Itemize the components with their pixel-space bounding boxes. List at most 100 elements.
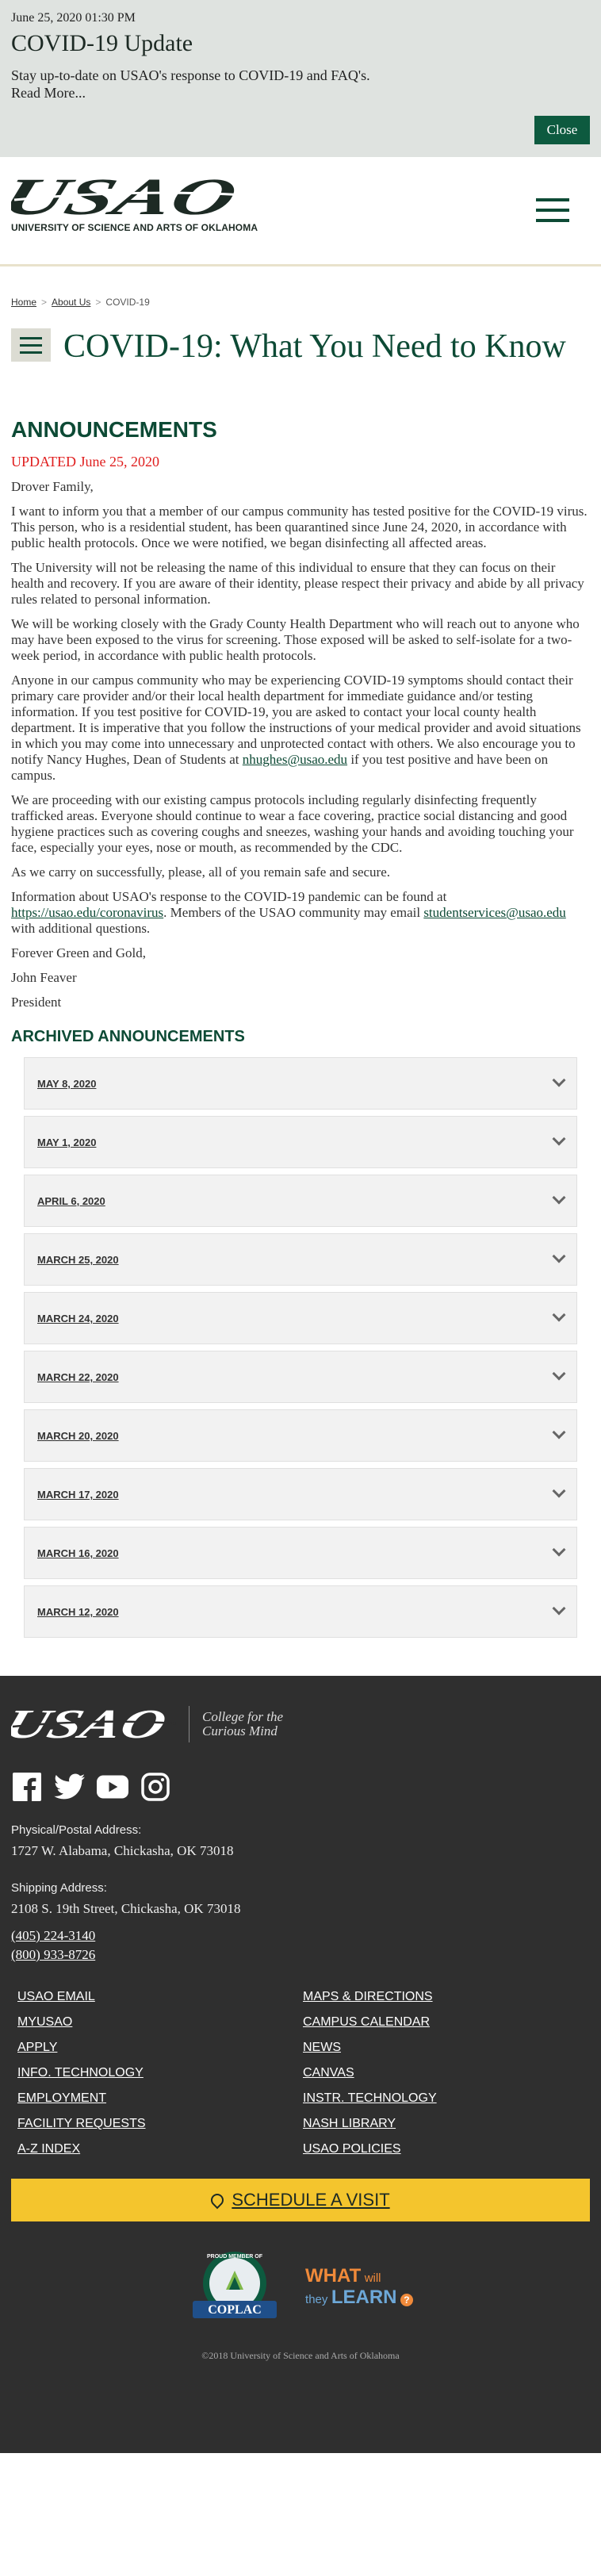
accordion-item[interactable]: MARCH 22, 2020 [24, 1351, 577, 1403]
schedule-visit-button[interactable]: SCHEDULE A VISIT [11, 2179, 590, 2221]
signer-title: President [11, 995, 62, 1010]
coronavirus-page-link[interactable]: https://usao.edu/coronavirus [11, 905, 163, 920]
coplac-name: COPLAC [208, 2303, 262, 2317]
alert-title: COVID-19 Update [11, 30, 193, 56]
accordion-label[interactable]: MARCH 12, 2020 [37, 1606, 119, 1618]
chevron-down-icon [552, 1190, 566, 1205]
announcements-heading: ANNOUNCEMENTS [11, 417, 217, 442]
footer-tagline: College for the Curious Mind [202, 1709, 283, 1738]
main-menu-button[interactable] [536, 198, 569, 225]
footer-link-canvas[interactable]: CANVAS [303, 2066, 588, 2080]
accordion-item[interactable]: MARCH 20, 2020 [24, 1409, 577, 1462]
paragraph-5: We are proceeding with our existing camp… [11, 792, 574, 855]
phone-link-tollfree[interactable]: (800) 933-8726 [11, 1945, 590, 1965]
site-header: USAO UNIVERSITY OF SCIENCE AND ARTS OF O… [0, 157, 601, 266]
footer-link-usao-policies[interactable]: USAO POLICIES [303, 2142, 588, 2156]
accordion-label[interactable]: APRIL 6, 2020 [37, 1195, 105, 1207]
copyright: ©2018 University of Science and Arts of … [201, 2350, 400, 2361]
breadcrumb: Home > About Us > COVID-19 [0, 266, 601, 316]
signer-name: John Feaver [11, 970, 77, 985]
physical-address-label: Physical/Postal Address: [11, 1823, 142, 1837]
alert-date: June 25, 2020 01:30 PM [11, 11, 136, 25]
paragraph-7: Information about USAO's response to the… [11, 889, 566, 936]
footer-link-myusao[interactable]: MYUSAO [17, 2015, 303, 2030]
usao-logo[interactable]: USAO UNIVERSITY OF SCIENCE AND ARTS OF O… [11, 173, 258, 235]
chevron-down-icon [552, 1601, 566, 1616]
accordion-label[interactable]: MARCH 24, 2020 [37, 1313, 119, 1324]
alert-text: Stay up-to-date on USAO's response to CO… [11, 67, 370, 83]
chevron-down-icon [552, 1367, 566, 1381]
accordion-item[interactable]: MARCH 12, 2020 [24, 1585, 577, 1638]
dean-email-link[interactable]: nhughes@usao.edu [243, 752, 347, 767]
footer-link-info-technology[interactable]: INFO. TECHNOLOGY [17, 2066, 303, 2080]
twitter-icon[interactable] [54, 1773, 86, 1801]
footer-link-usao-email[interactable]: USAO EMAIL [17, 1990, 303, 2004]
archived-announcements-heading: ARCHIVED ANNOUNCEMENTS [11, 1028, 245, 1045]
shipping-address: 2108 S. 19th Street, Chickasha, OK 73018 [11, 1901, 241, 1916]
alert-close-button[interactable]: Close [534, 116, 590, 144]
accordion-label[interactable]: MARCH 25, 2020 [37, 1254, 119, 1266]
alert-read-more-link[interactable]: Read More... [11, 84, 590, 102]
accordion-item[interactable]: MARCH 16, 2020 [24, 1527, 577, 1579]
facebook-icon[interactable] [11, 1773, 43, 1801]
footer-brand: USAO College for the Curious Mind [11, 1701, 590, 1747]
accordion-item[interactable]: MAY 1, 2020 [24, 1116, 577, 1168]
phone-link-main[interactable]: (405) 224-3140 [11, 1926, 590, 1945]
breadcrumb-home[interactable]: Home [11, 297, 36, 308]
accordion-item[interactable]: MAY 8, 2020 [24, 1057, 577, 1110]
footer-link-apply[interactable]: APPLY [17, 2041, 303, 2055]
section-menu-button[interactable] [11, 328, 51, 362]
chevron-down-icon [552, 1425, 566, 1439]
paragraph-6: As we carry on successfully, please, all… [11, 864, 391, 880]
student-services-email-link[interactable]: studentservices@usao.edu [423, 905, 565, 920]
accordion-label[interactable]: MAY 8, 2020 [37, 1078, 96, 1090]
page-title: COVID-19: What You Need to Know [63, 328, 566, 365]
coplac-badge[interactable]: COPLAC PROUD MEMBER OF [188, 2248, 281, 2328]
chevron-down-icon [552, 1308, 566, 1322]
paragraph-2: The University will not be releasing the… [11, 560, 584, 607]
accordion-label[interactable]: MARCH 16, 2020 [37, 1547, 119, 1559]
footer-quick-links: USAO EMAIL MAPS & DIRECTIONS MYUSAO CAMP… [11, 1990, 590, 2156]
chevron-down-icon [552, 1249, 566, 1263]
instagram-icon[interactable] [140, 1773, 171, 1801]
footer-link-nash-library[interactable]: NASH LIBRARY [303, 2117, 588, 2131]
accordion-item[interactable]: MARCH 25, 2020 [24, 1233, 577, 1286]
covid-alert-banner: June 25, 2020 01:30 PM COVID-19 Update S… [0, 0, 601, 157]
breadcrumb-about-us[interactable]: About Us [52, 297, 90, 308]
youtube-icon[interactable] [97, 1773, 128, 1801]
what-will-they-learn-badge[interactable]: WHAT will they LEARN ? [305, 2267, 413, 2310]
updated-date: UPDATED June 25, 2020 [11, 454, 159, 470]
question-mark-icon: ? [400, 2293, 413, 2306]
greeting: Drover Family, [11, 479, 94, 494]
footer-usao-logo-icon[interactable]: USAO [11, 1704, 178, 1744]
accordion-item[interactable]: MARCH 24, 2020 [24, 1292, 577, 1344]
social-links [11, 1773, 590, 1801]
site-footer: USAO College for the Curious Mind Physic… [0, 1676, 601, 2453]
footer-link-maps-directions[interactable]: MAPS & DIRECTIONS [303, 1990, 588, 2004]
coplac-top-text: PROUD MEMBER OF [207, 2254, 263, 2260]
map-pin-icon [209, 2191, 227, 2210]
chevron-down-icon [552, 1543, 566, 1557]
chevron-down-icon [552, 1484, 566, 1498]
logo-subtitle: UNIVERSITY OF SCIENCE AND ARTS OF OKLAHO… [11, 222, 258, 233]
footer-link-facility-requests[interactable]: FACILITY REQUESTS [17, 2117, 303, 2131]
accordion-label[interactable]: MARCH 22, 2020 [37, 1371, 119, 1383]
accordion-item[interactable]: APRIL 6, 2020 [24, 1175, 577, 1227]
paragraph-4: Anyone in our campus community who may b… [11, 673, 581, 783]
footer-link-employment[interactable]: EMPLOYMENT [17, 2091, 303, 2106]
footer-link-news[interactable]: NEWS [303, 2041, 588, 2055]
footer-link-campus-calendar[interactable]: CAMPUS CALENDAR [303, 2015, 588, 2030]
footer-link-a-z-index[interactable]: A-Z INDEX [17, 2142, 303, 2156]
accordion-label[interactable]: MARCH 17, 2020 [37, 1489, 119, 1501]
footer-badges: COPLAC PROUD MEMBER OF WHAT will they LE… [11, 2248, 590, 2328]
accordion-item[interactable]: MARCH 17, 2020 [24, 1468, 577, 1520]
footer-link-instr-technology[interactable]: INSTR. TECHNOLOGY [303, 2091, 588, 2106]
physical-address: 1727 W. Alabama, Chickasha, OK 73018 [11, 1843, 234, 1858]
usao-wordmark-icon: USAO [11, 173, 247, 220]
accordion-label[interactable]: MARCH 20, 2020 [37, 1430, 119, 1442]
schedule-visit-label: SCHEDULE A VISIT [232, 2190, 390, 2210]
chevron-down-icon [552, 1073, 566, 1087]
paragraph-3: We will be working closely with the Grad… [11, 616, 580, 663]
accordion-label[interactable]: MAY 1, 2020 [37, 1137, 96, 1148]
page-title-row: COVID-19: What You Need to Know [0, 316, 601, 365]
